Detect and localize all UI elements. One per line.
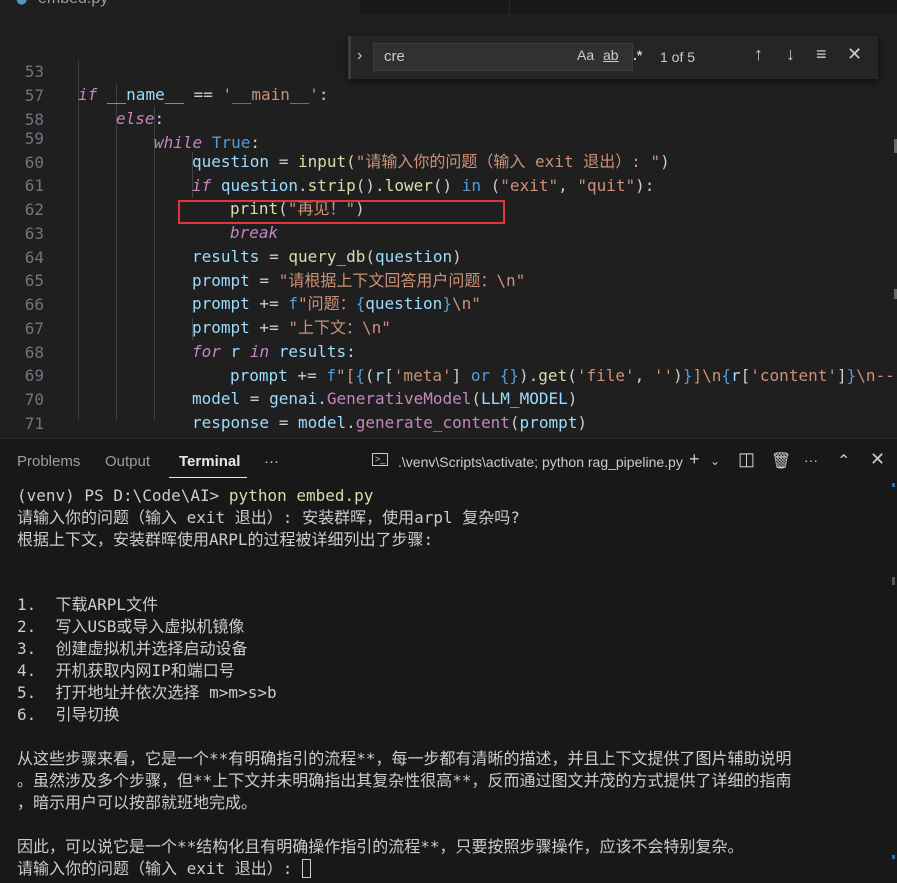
terminal-command: python embed.py [228, 486, 374, 505]
terminal-line: 请输入你的问题（输入 exit 退出）: 安装群晖，使用arpl 复杂吗? [17, 508, 520, 527]
terminal-title[interactable]: .\venv\Scripts\activate; python rag_pipe… [398, 454, 683, 470]
close-find-icon[interactable]: ✕ [847, 44, 862, 65]
terminal-line: 从这些步骤来看，它是一个**有明确指引的流程**，每一步都有清晰的描述，并且上下… [17, 749, 792, 768]
line-number: 71 [24, 414, 44, 433]
chevron-down-icon[interactable]: ⌄ [710, 454, 720, 468]
active-tab-indicator [169, 477, 247, 478]
maximize-chevron-up-icon[interactable]: ⌃ [837, 451, 850, 471]
terminal-line: 因此，可以说它是一个**结构化且有明确操作指引的流程**，只要按照步骤操作，应该… [17, 837, 744, 856]
code-line: 62 break [0, 175, 897, 242]
next-match-arrow-down-icon[interactable]: ↓ [786, 44, 795, 65]
match-case-icon[interactable]: Aa [577, 47, 594, 63]
new-terminal-plus-icon[interactable]: + [689, 449, 700, 470]
code-line: 65 prompt += f"问题：{question}\n" [0, 246, 897, 313]
toggle-replace-chevron-icon[interactable]: › [357, 47, 362, 65]
find-widget: › cre Aa ab .* 1 of 5 ↑ ↓ ≡ ✕ [348, 36, 878, 79]
terminal-line: 1. 下载ARPL文件 [17, 595, 159, 614]
panel-header: Problems Output Terminal ··· >_ .\venv\S… [0, 439, 897, 483]
terminal-line: 3. 创建虚拟机并选择启动设备 [17, 639, 248, 658]
terminal-icon: >_ [372, 453, 388, 466]
terminal-last-prompt: 请输入你的问题（输入 exit 退出）: [17, 859, 303, 878]
code-line: 68 prompt += f"[{(r['meta'] or {}).get('… [0, 318, 897, 385]
code-line: 66 prompt += "上下文：\n" [0, 270, 897, 337]
tab-bar-empty [510, 0, 897, 14]
editor-tab-bar: ● embed.py [0, 0, 897, 14]
split-terminal-icon[interactable]: ◫ [738, 449, 755, 470]
terminal-line: 4. 开机获取内网IP和端口号 [17, 661, 235, 680]
terminal-line: 2. 写入USB或导入虚拟机镜像 [17, 617, 245, 636]
highlight-box [178, 200, 505, 224]
code-line: 59 question = input("请输入你的问题（输入 exit 退出）… [0, 104, 897, 171]
code-line: 67 for r in results: [0, 294, 897, 361]
close-panel-icon[interactable]: ✕ [870, 449, 885, 470]
code-line: 70 response = model.generate_content(pro… [0, 365, 897, 432]
python-icon: ● [16, 0, 27, 7]
terminal-line: 根据上下文，安装群晖使用ARPL的过程被详细列出了步骤: [17, 530, 434, 549]
more-icon[interactable]: ··· [264, 453, 279, 470]
terminal-input-line[interactable]: 请输入你的问题（输入 exit 退出）: [17, 858, 312, 880]
terminal-line: 5. 打开地址并依次选择 m>m>s>b [17, 683, 277, 702]
trash-icon[interactable]: 🗑 [771, 451, 791, 471]
terminal-cursor [302, 859, 312, 878]
tab-other[interactable] [363, 0, 510, 14]
code-line: 60 if question.strip().lower() in ("exit… [0, 128, 897, 195]
scrollbar-marker [892, 855, 895, 859]
tab-output[interactable]: Output [105, 453, 150, 470]
previous-match-arrow-up-icon[interactable]: ↑ [754, 44, 763, 65]
scrollbar-marker [892, 577, 895, 585]
find-in-selection-icon[interactable]: ≡ [816, 44, 827, 65]
code-line: 69 model = genai.GenerativeModel(LLM_MOD… [0, 341, 897, 408]
regex-icon[interactable]: .* [633, 47, 642, 63]
terminal-line: 6. 引导切换 [17, 705, 120, 724]
terminal-line: 。虽然涉及多个步骤，但**上下文并未明确指出其复杂性很高**，反而通过图文并茂的… [17, 771, 792, 790]
terminal-line: (venv) PS D:\Code\AI> python embed.py [17, 485, 373, 507]
scrollbar-marker [892, 483, 895, 487]
tab-embed-py[interactable]: ● embed.py [0, 0, 360, 14]
code-line: 61 print("再见！") [0, 151, 897, 218]
match-count: 1 of 5 [660, 49, 696, 65]
terminal-line: ，暗示用户可以按部就班地完成。 [17, 793, 258, 812]
tab-filename: embed.py [38, 0, 108, 8]
tab-problems[interactable]: Problems [17, 453, 80, 470]
whole-word-icon[interactable]: ab [603, 47, 619, 63]
code-line: 64 prompt = "请根据上下文回答用户问题：\n" [0, 223, 897, 290]
terminal-output[interactable]: (venv) PS D:\Code\AI> python embed.py 请输… [0, 483, 897, 883]
code-line: 71 print(response.text) [0, 389, 897, 438]
more-actions-icon[interactable]: ··· [804, 452, 818, 468]
tab-terminal[interactable]: Terminal [179, 453, 240, 470]
terminal-prompt: (venv) PS D:\Code\AI> [17, 486, 229, 505]
